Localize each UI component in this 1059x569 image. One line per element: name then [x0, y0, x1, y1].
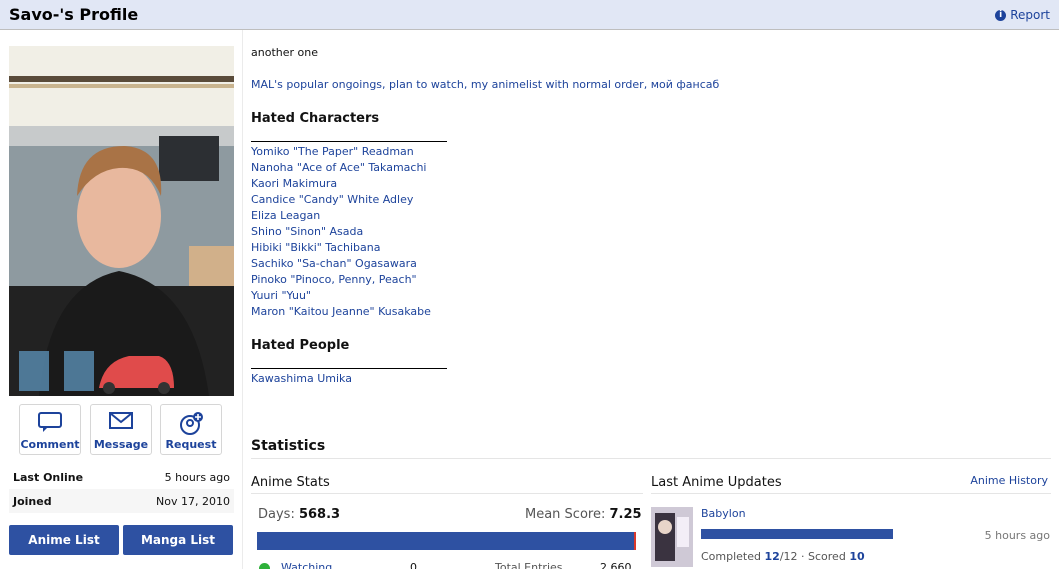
comment-button[interactable]: Comment [19, 404, 81, 455]
friend-request-button[interactable]: Request [160, 404, 222, 455]
anime-list-button[interactable]: Anime List [9, 525, 119, 555]
mean-score-stat: Mean Score: 7.25 [525, 507, 642, 522]
request-label: Request [165, 438, 217, 451]
hated-people-heading: Hated People [251, 338, 350, 353]
watching-stat[interactable]: Watching [259, 561, 332, 569]
update-status: Completed [701, 550, 761, 563]
list-item[interactable]: Hibiki "Bikki" Tachibana [251, 241, 380, 254]
watching-value: 0 [410, 561, 417, 569]
update-timestamp: 5 hours ago [984, 529, 1050, 542]
list-item[interactable]: Maron "Kaitou Jeanne" Kusakabe [251, 305, 431, 318]
mean-score-label: Mean Score: [525, 507, 606, 522]
last-online-label: Last Online [13, 470, 84, 484]
statistics-heading: Statistics [251, 438, 326, 454]
update-scored-label: · Scored [801, 550, 846, 563]
anime-cover-image [651, 507, 693, 567]
status-dot-icon [259, 562, 270, 569]
info-icon: i [995, 9, 1007, 21]
last-online-row: Last Online 5 hours ago [9, 465, 234, 489]
stats-progress-bar [257, 532, 636, 550]
update-progress: 12 [764, 550, 780, 563]
list-item[interactable]: Nanoha "Ace of Ace" Takamachi [251, 161, 426, 174]
divider [251, 368, 447, 369]
manga-list-button[interactable]: Manga List [123, 525, 233, 555]
days-value: 568.3 [298, 507, 341, 522]
update-score: 10 [849, 550, 865, 563]
anime-thumbnail[interactable] [651, 507, 693, 567]
total-entries-label: Total Entries [495, 561, 563, 569]
list-item[interactable]: Yuuri "Yuu" [251, 289, 311, 302]
hated-characters-heading: Hated Characters [251, 111, 380, 126]
total-entries-value: 2,660 [600, 561, 632, 569]
list-item[interactable]: Kawashima Umika [251, 372, 352, 385]
list-item[interactable]: Shino "Sinon" Asada [251, 225, 363, 238]
joined-label: Joined [13, 494, 52, 508]
profile-sidebar: Comment Message Request Last Online 5 ho… [0, 30, 243, 569]
list-item[interactable]: Pinoko "Pinoco, Penny, Peach" [251, 273, 417, 286]
message-button[interactable]: Message [90, 404, 152, 455]
about-links[interactable]: MAL's popular ongoings, plan to watch, m… [251, 78, 719, 91]
anime-history-link[interactable]: Anime History [970, 474, 1048, 487]
message-label: Message [93, 438, 149, 451]
watching-label: Watching [281, 561, 333, 569]
divider [251, 493, 643, 494]
comment-label: Comment [20, 438, 80, 451]
divider [651, 493, 1051, 494]
update-total: /12 [779, 550, 798, 563]
list-item[interactable]: Eliza Leagan [251, 209, 320, 222]
divider [251, 141, 447, 142]
avatar [9, 46, 234, 396]
update-anime-title[interactable]: Babylon [701, 507, 746, 520]
days-label: Days: [258, 507, 295, 522]
list-item[interactable]: Yomiko "The Paper" Readman [251, 145, 414, 158]
joined-row: Joined Nov 17, 2010 [9, 489, 234, 513]
last-online-value: 5 hours ago [164, 470, 230, 484]
add-user-icon [180, 412, 203, 435]
joined-value: Nov 17, 2010 [156, 494, 230, 508]
comment-icon [38, 412, 62, 432]
about-text: another one [251, 46, 318, 59]
list-item[interactable]: Sachiko "Sa-chan" Ogasawara [251, 257, 417, 270]
envelope-icon [109, 412, 133, 429]
report-link[interactable]: i Report [995, 8, 1050, 22]
list-item[interactable]: Candice "Candy" White Adley [251, 193, 413, 206]
anime-stats-heading: Anime Stats [251, 475, 330, 490]
avatar-image [9, 46, 234, 396]
divider [251, 458, 1051, 459]
mean-score-value: 7.25 [609, 507, 642, 522]
report-label: Report [1010, 8, 1050, 22]
page-title: Savo-'s Profile [9, 5, 139, 24]
profile-header: Savo-'s Profile i Report [0, 0, 1059, 30]
days-stat: Days: 568.3 [258, 507, 340, 522]
update-progress-bar [701, 529, 893, 539]
update-meta: Completed 12/12 · Scored 10 [701, 550, 865, 563]
last-updates-heading: Last Anime Updates [651, 475, 782, 490]
list-item[interactable]: Kaori Makimura [251, 177, 337, 190]
